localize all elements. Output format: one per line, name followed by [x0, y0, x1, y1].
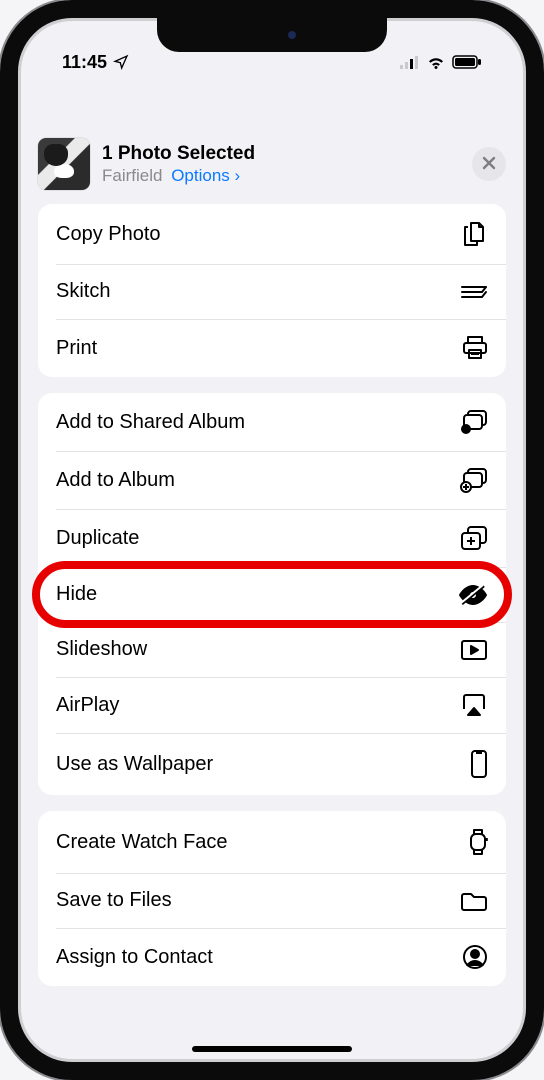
row-label: AirPlay [56, 694, 119, 717]
hide-icon [458, 584, 488, 606]
row-label: Add to Album [56, 469, 175, 492]
close-button[interactable] [472, 147, 506, 181]
row-label: Create Watch Face [56, 831, 228, 854]
status-right [400, 55, 482, 69]
location-label: Fairfield [102, 166, 162, 185]
airplay-row[interactable]: AirPlay [38, 677, 506, 733]
row-label: Add to Shared Album [56, 411, 245, 434]
options-link[interactable]: Options [171, 166, 230, 185]
duplicate-row[interactable]: Duplicate [38, 509, 506, 567]
save-files-row[interactable]: Save to Files [38, 873, 506, 928]
action-group-2: Add to Shared Album Add to Album Duplica… [38, 393, 506, 795]
row-label: Print [56, 337, 97, 360]
sheet-subtitle: Fairfield Options › [102, 165, 460, 186]
print-row[interactable]: Print [38, 319, 506, 377]
row-label: Assign to Contact [56, 946, 213, 969]
print-icon [458, 335, 488, 361]
header-text: 1 Photo Selected Fairfield Options › [102, 142, 460, 187]
copy-photo-row[interactable]: Copy Photo [38, 204, 506, 264]
contact-icon [458, 944, 488, 970]
phone-frame: 11:45 1 Photo Sel [0, 0, 544, 1080]
add-album-row[interactable]: Add to Album [38, 451, 506, 509]
shared-album-icon [458, 409, 488, 435]
row-label: Duplicate [56, 527, 139, 550]
sheet-header: 1 Photo Selected Fairfield Options › [38, 138, 506, 190]
notch [157, 18, 387, 52]
action-group-3: Create Watch Face Save to Files Assign t… [38, 811, 506, 986]
share-sheet: 1 Photo Selected Fairfield Options › Co [26, 126, 518, 1062]
duplicate-icon [458, 525, 488, 551]
airplay-icon [458, 693, 488, 717]
status-time: 11:45 [62, 52, 107, 73]
watch-icon [458, 827, 488, 857]
action-group-1: Copy Photo Skitch Print [38, 204, 506, 377]
copy-icon [458, 220, 488, 248]
slideshow-icon [458, 639, 488, 661]
row-label: Use as Wallpaper [56, 753, 213, 776]
chevron-right-icon: › [235, 166, 241, 185]
wifi-icon [426, 55, 446, 69]
row-label: Skitch [56, 280, 110, 303]
skitch-icon [458, 283, 488, 301]
assign-contact-row[interactable]: Assign to Contact [38, 928, 506, 986]
row-label: Hide [56, 583, 97, 606]
home-indicator[interactable] [192, 1046, 352, 1052]
files-icon [458, 890, 488, 912]
wallpaper-row[interactable]: Use as Wallpaper [38, 733, 506, 795]
wallpaper-icon [458, 749, 488, 779]
row-label: Copy Photo [56, 223, 161, 246]
close-icon [482, 154, 496, 175]
watch-face-row[interactable]: Create Watch Face [38, 811, 506, 873]
skitch-row[interactable]: Skitch [38, 264, 506, 319]
row-label: Slideshow [56, 638, 147, 661]
photo-thumbnail[interactable] [38, 138, 90, 190]
sheet-title: 1 Photo Selected [102, 142, 460, 166]
add-album-icon [458, 467, 488, 493]
hide-row[interactable]: Hide [38, 567, 506, 622]
cellular-icon [400, 55, 420, 69]
location-arrow-icon [113, 54, 129, 70]
status-left: 11:45 [62, 52, 129, 73]
slideshow-row[interactable]: Slideshow [38, 622, 506, 677]
add-shared-album-row[interactable]: Add to Shared Album [38, 393, 506, 451]
row-label: Save to Files [56, 889, 172, 912]
screen: 11:45 1 Photo Sel [18, 18, 526, 1062]
battery-icon [452, 55, 482, 69]
